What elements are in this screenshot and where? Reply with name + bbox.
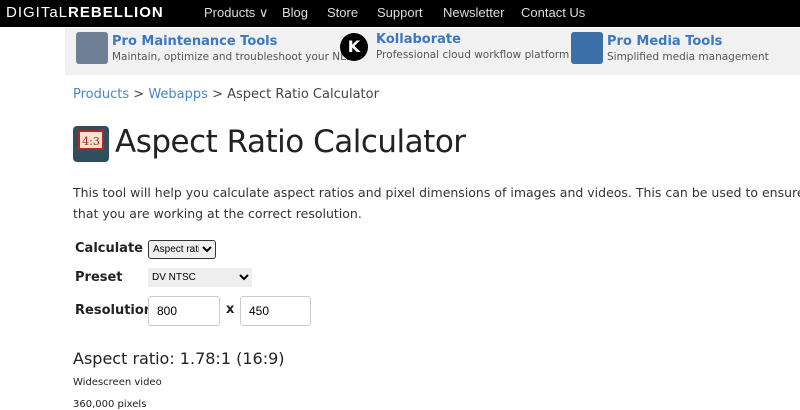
video-type: Widescreen video <box>73 377 162 388</box>
logo-light: DIGITaL <box>6 4 69 21</box>
preset-label: Preset <box>75 270 123 285</box>
breadcrumb-current: Aspect Ratio Calculator <box>227 87 379 102</box>
breadcrumb-products[interactable]: Products <box>73 87 129 102</box>
breadcrumb-webapps[interactable]: Webapps <box>148 87 208 102</box>
promo-subtitle: Professional cloud workflow platform <box>376 49 570 61</box>
hammer-icon <box>76 32 108 64</box>
logo-bold: REBELLION <box>68 4 164 21</box>
nav-products[interactable]: Products ∨ <box>204 5 268 21</box>
breadcrumb: Products > Webapps > Aspect Ratio Calcul… <box>73 87 379 102</box>
calculate-select[interactable]: Aspect ratio <box>148 240 216 259</box>
promo-kollaborate[interactable]: K Kollaborate Professional cloud workflow… <box>340 32 569 61</box>
aspect-ratio-icon: 4:3 <box>73 126 109 162</box>
nav-store[interactable]: Store <box>327 5 358 20</box>
promo-bar: Pro Maintenance Tools Maintain, optimize … <box>65 28 800 75</box>
promo-pro-media[interactable]: Pro Media Tools Simplified media manageme… <box>571 32 769 64</box>
page-title: Aspect Ratio Calculator <box>115 124 466 160</box>
promo-title: Kollaborate <box>376 32 461 47</box>
aspect-ratio-result: Aspect ratio: 1.78:1 (16:9) <box>73 349 285 368</box>
calculate-label: Calculate <box>75 241 143 256</box>
nav-blog[interactable]: Blog <box>282 5 308 20</box>
icon-text: 4:3 <box>78 130 104 150</box>
page-description: This tool will help you calculate aspect… <box>73 185 800 221</box>
nav-contact[interactable]: Contact Us <box>521 5 585 20</box>
promo-subtitle: Maintain, optimize and troubleshoot your… <box>112 50 353 63</box>
times-label: x <box>226 302 235 317</box>
width-input[interactable] <box>148 296 220 326</box>
resolution-label: Resolution <box>75 303 154 318</box>
preset-select[interactable]: DV NTSC <box>148 268 252 287</box>
promo-title: Pro Maintenance Tools <box>112 33 278 49</box>
nav-support[interactable]: Support <box>377 5 423 20</box>
breadcrumb-sep: > <box>212 87 223 102</box>
film-icon <box>571 32 603 64</box>
promo-pro-maintenance[interactable]: Pro Maintenance Tools Maintain, optimize … <box>76 32 353 64</box>
kollaborate-icon: K <box>340 32 368 61</box>
top-nav: DIGITaLREBELLION Products ∨ Blog Store S… <box>0 0 800 27</box>
promo-title: Pro Media Tools <box>607 33 723 49</box>
height-input[interactable] <box>240 296 311 326</box>
promo-subtitle: Simplified media management <box>607 50 769 63</box>
logo[interactable]: DIGITaLREBELLION <box>6 4 164 21</box>
nav-newsletter[interactable]: Newsletter <box>443 5 504 20</box>
pixel-count: 360,000 pixels <box>73 399 147 410</box>
breadcrumb-sep: > <box>133 87 145 102</box>
